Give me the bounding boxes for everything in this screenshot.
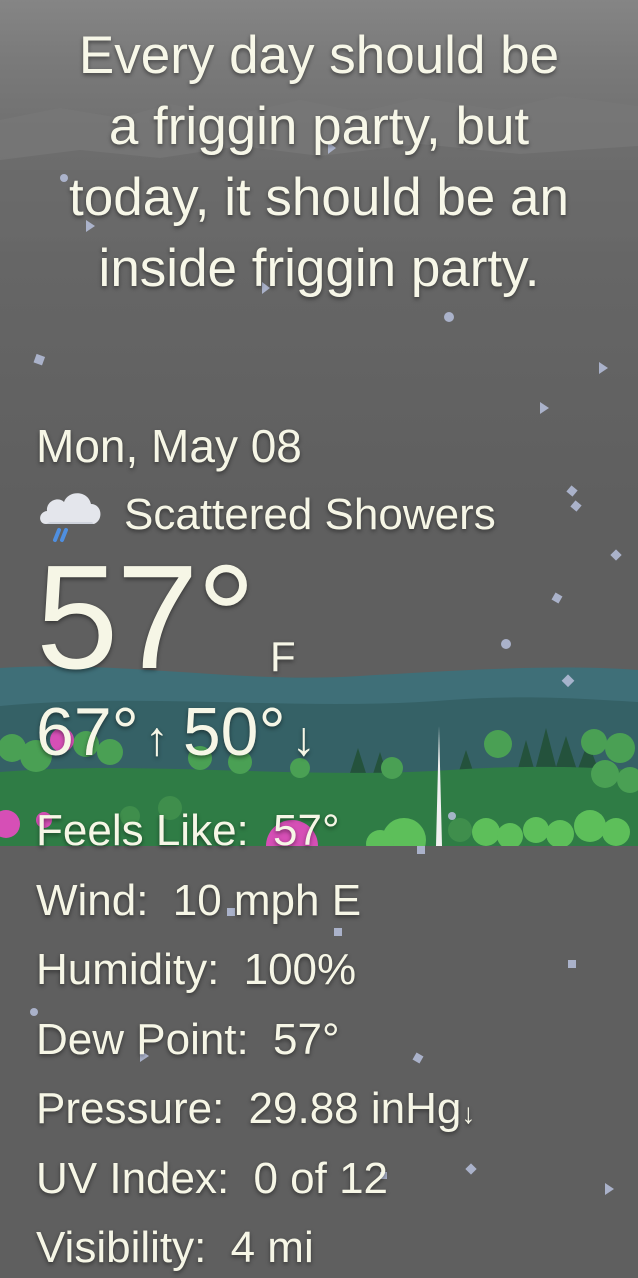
weather-details: Feels Like: 57° Wind: 10 mph E Humidity:…	[36, 796, 475, 1278]
detail-dew-point: Dew Point: 57°	[36, 1005, 475, 1075]
low-temperature: 50°	[182, 694, 286, 770]
detail-value: 0 of 12	[253, 1153, 389, 1203]
detail-value: 10 mph E	[172, 875, 362, 925]
current-temperature: 57°	[36, 535, 256, 700]
forecast-date: Mon, May 08	[36, 420, 302, 472]
detail-visibility: Visibility: 4 mi	[36, 1213, 475, 1278]
high-low-temperatures: 67° ↑ 50° ↓	[36, 690, 330, 782]
detail-label: Pressure:	[36, 1084, 225, 1133]
weather-quote: Every day should be a friggin party, but…	[69, 26, 569, 298]
detail-feels-like: Feels Like: 57°	[36, 796, 475, 866]
detail-label: Wind:	[36, 875, 149, 925]
high-temperature: 67°	[36, 694, 139, 770]
detail-value: 4 mi	[230, 1223, 314, 1272]
detail-label: UV Index:	[36, 1153, 230, 1203]
detail-label: Humidity:	[36, 945, 220, 994]
arrow-up-icon: ↑	[144, 713, 169, 766]
detail-label: Visibility:	[36, 1223, 207, 1272]
detail-value: 57°	[273, 806, 340, 855]
detail-humidity: Humidity: 100%	[36, 935, 475, 1005]
detail-label: Dew Point:	[36, 1014, 249, 1064]
pressure-trend-down-icon: ↓	[461, 1098, 476, 1129]
detail-wind: Wind: 10 mph E	[36, 866, 475, 936]
detail-value: 29.88 inHg	[248, 1084, 462, 1133]
detail-value: 57°	[273, 1014, 340, 1064]
detail-pressure: Pressure: 29.88 inHg↓	[36, 1074, 475, 1144]
weather-screen: Every day should be a friggin party, but…	[0, 0, 638, 1278]
arrow-down-icon: ↓	[291, 713, 316, 766]
detail-uv-index: UV Index: 0 of 12	[36, 1144, 475, 1214]
conditions-label: Scattered Showers	[124, 490, 496, 539]
detail-value: 100%	[243, 945, 357, 994]
detail-label: Feels Like:	[36, 806, 249, 855]
temperature-unit: F	[270, 633, 296, 680]
